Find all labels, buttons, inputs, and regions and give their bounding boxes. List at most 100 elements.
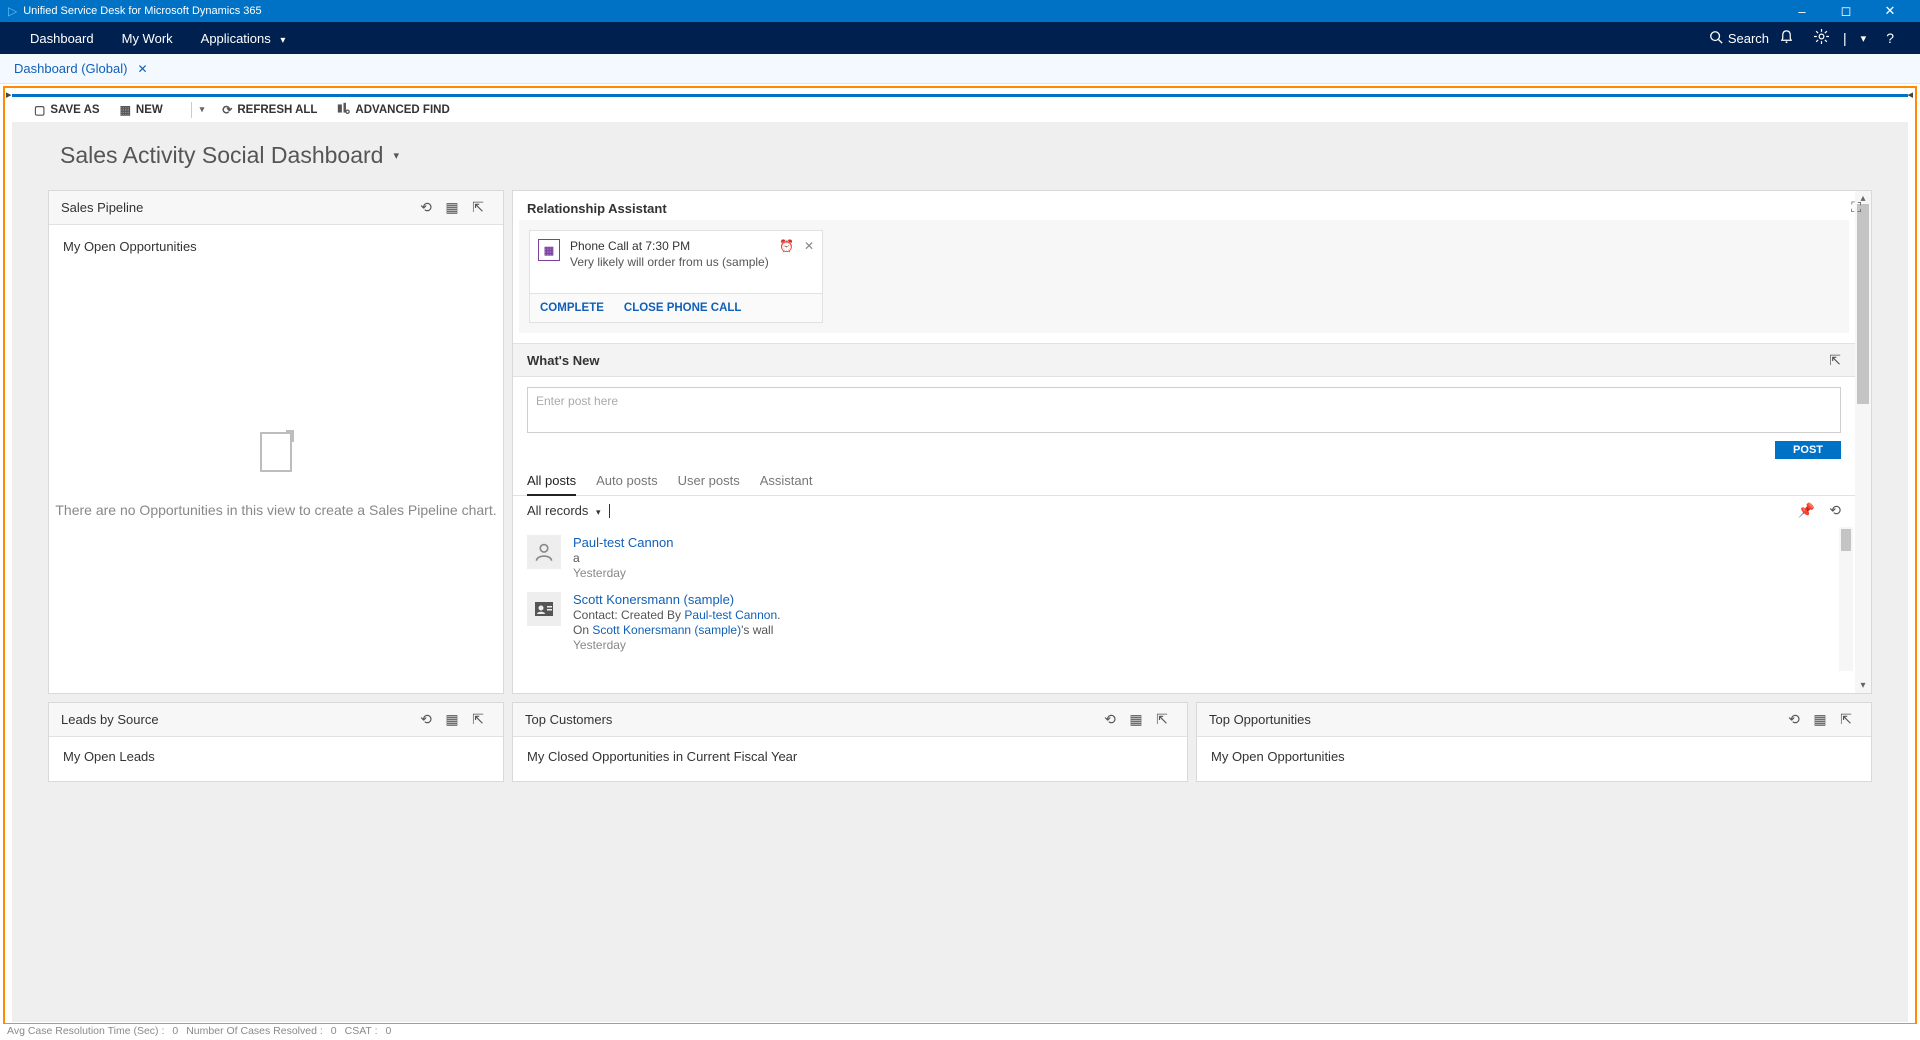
settings-icon[interactable] — [1804, 29, 1839, 47]
feed-filter-dropdown[interactable]: All records ▾ — [527, 503, 601, 518]
empty-state: There are no Opportunities in this view … — [49, 432, 503, 518]
nav-search[interactable]: Search — [1709, 30, 1769, 47]
cmd-save-as-label: SAVE AS — [50, 104, 99, 116]
cmd-refresh-all[interactable]: ⟳ REFRESH ALL — [222, 103, 317, 117]
dashboard-title: Sales Activity Social Dashboard — [60, 142, 383, 169]
activity-calendar-icon: ▦ — [538, 239, 560, 261]
feed-filter-row: All records ▾ 📌 ⟲ — [513, 496, 1855, 525]
panel-subtitle: My Open Opportunities — [1197, 737, 1871, 776]
nav-my-work[interactable]: My Work — [108, 31, 187, 46]
title-bar: ▷ Unified Service Desk for Microsoft Dyn… — [0, 0, 1920, 22]
card-action-close-call[interactable]: CLOSE PHONE CALL — [624, 302, 742, 314]
cmd-new[interactable]: ▦ NEW — [120, 103, 163, 117]
view-records-icon[interactable]: ▦ — [439, 711, 465, 728]
refresh-icon[interactable]: ⟲ — [413, 711, 439, 728]
cmd-refresh-all-label: REFRESH ALL — [237, 104, 317, 116]
expand-icon[interactable]: ⇱ — [465, 711, 491, 728]
whats-new-title: What's New — [527, 353, 599, 368]
advanced-find-icon — [337, 102, 350, 118]
feed-tab-auto-posts[interactable]: Auto posts — [596, 467, 657, 495]
search-icon — [1709, 30, 1723, 47]
snooze-icon[interactable]: ⏰ — [779, 239, 794, 269]
feed-filter-label: All records — [527, 503, 588, 518]
view-records-icon[interactable]: ▦ — [1123, 711, 1149, 728]
post-body-link[interactable]: Scott Konersmann (sample) — [592, 623, 741, 637]
settings-chevron-icon[interactable]: ▾ — [1851, 32, 1877, 45]
scroll-thumb[interactable] — [1841, 529, 1851, 551]
post-body-text: Contact: Created By — [573, 608, 684, 622]
help-icon[interactable]: ? — [1876, 30, 1904, 46]
command-bar: ▢ SAVE AS ▦ NEW ▾ ⟳ REFRESH ALL ADVANCED… — [12, 94, 1908, 122]
tab-bar: Dashboard (Global) ✕ — [0, 54, 1920, 84]
expand-icon[interactable]: ⇱ — [1149, 711, 1175, 728]
refresh-icon[interactable]: ⟲ — [1781, 711, 1807, 728]
relationship-cards-area: ▦ Phone Call at 7:30 PM Very likely will… — [519, 220, 1849, 333]
view-records-icon[interactable]: ▦ — [1807, 711, 1833, 728]
post-body-link[interactable]: Paul-test Cannon — [684, 608, 777, 622]
status-cases-label: Number Of Cases Resolved : — [186, 1025, 323, 1037]
scrollbar[interactable]: ▴ ▾ — [1855, 191, 1871, 693]
expand-icon[interactable]: ⇱ — [1829, 352, 1841, 369]
post-author-link[interactable]: Paul-test Cannon — [573, 535, 673, 550]
pipeline-subtitle: My Open Opportunities — [63, 239, 489, 254]
dashboard-switcher-icon[interactable]: ▾ — [393, 149, 399, 162]
cmd-save-as[interactable]: ▢ SAVE AS — [34, 103, 100, 117]
nav-applications[interactable]: Applications ▾ — [187, 31, 300, 46]
tab-dashboard-global[interactable]: Dashboard (Global) ✕ — [14, 61, 148, 76]
post-time: Yesterday — [573, 566, 673, 580]
dashboard-body: Sales Pipeline ⟲ ▦ ⇱ My Open Opportuniti… — [12, 188, 1908, 1022]
scroll-up-icon[interactable]: ▴ — [1860, 193, 1865, 204]
user-avatar-icon — [527, 535, 561, 569]
panel-title: Leads by Source — [61, 712, 159, 727]
window-maximize-button[interactable] — [1824, 3, 1868, 19]
panel-title: Top Opportunities — [1209, 712, 1311, 727]
panel-header: Leads by Source ⟲ ▦ ⇱ — [49, 703, 503, 737]
feed-tab-assistant[interactable]: Assistant — [760, 467, 813, 495]
empty-text: There are no Opportunities in this view … — [49, 502, 503, 518]
nav-bar: Dashboard My Work Applications ▾ Search … — [0, 22, 1920, 54]
nav-applications-label: Applications — [201, 31, 271, 46]
post-body-text: 's wall — [741, 623, 773, 637]
refresh-icon[interactable]: ⟲ — [1097, 711, 1123, 728]
cmd-advanced-find-label: ADVANCED FIND — [355, 104, 449, 116]
refresh-icon[interactable]: ⟲ — [413, 199, 439, 216]
dashboard-header: Sales Activity Social Dashboard ▾ — [12, 122, 1908, 188]
post-input[interactable]: Enter post here — [527, 387, 1841, 433]
post-body-text: . — [777, 608, 780, 622]
contact-card-icon — [527, 592, 561, 626]
card-action-complete[interactable]: COMPLETE — [540, 302, 604, 314]
notifications-icon[interactable] — [1769, 29, 1804, 47]
save-as-icon: ▢ — [34, 103, 45, 117]
scroll-down-icon[interactable]: ▾ — [1860, 680, 1865, 691]
pin-icon[interactable]: 📌 — [1798, 502, 1815, 519]
window-minimize-button[interactable] — [1780, 4, 1824, 19]
refresh-icon[interactable]: ⟲ — [1829, 502, 1841, 519]
post-button[interactable]: POST — [1775, 441, 1841, 459]
feed-tab-user-posts[interactable]: User posts — [678, 467, 740, 495]
card-title: Phone Call at 7:30 PM — [570, 239, 779, 253]
post-item: Paul-test Cannon a Yesterday — [527, 529, 1841, 586]
expand-right-panel-icon[interactable]: ◂ — [1907, 88, 1913, 101]
panel-right-column: ▴ ▾ Relationship Assistant ⛶ ▦ Phone Cal… — [512, 190, 1872, 694]
tab-label: Dashboard (Global) — [14, 61, 127, 76]
post-author-link[interactable]: Scott Konersmann (sample) — [573, 592, 780, 607]
cmd-advanced-find[interactable]: ADVANCED FIND — [337, 102, 449, 118]
nav-dashboard[interactable]: Dashboard — [16, 31, 108, 46]
expand-icon[interactable]: ⛶ — [1851, 199, 1861, 216]
relationship-assistant-title: Relationship Assistant — [513, 191, 1855, 220]
post-body-text: On — [573, 623, 592, 637]
panel-top-opportunities: Top Opportunities ⟲ ▦ ⇱ My Open Opportun… — [1196, 702, 1872, 782]
scroll-thumb[interactable] — [1857, 204, 1869, 404]
view-records-icon[interactable]: ▦ — [439, 199, 465, 216]
inner-scrollbar[interactable] — [1839, 527, 1853, 671]
tab-close-icon[interactable]: ✕ — [137, 62, 147, 76]
expand-left-panel-icon[interactable]: ▸ — [6, 88, 12, 101]
expand-icon[interactable]: ⇱ — [1833, 711, 1859, 728]
cmd-new-dropdown-icon[interactable]: ▾ — [200, 104, 205, 115]
post-item: Scott Konersmann (sample) Contact: Creat… — [527, 586, 1841, 658]
expand-icon[interactable]: ⇱ — [465, 199, 491, 216]
window-close-button[interactable] — [1868, 3, 1912, 19]
dismiss-icon[interactable]: ✕ — [804, 239, 814, 269]
feed-tab-all-posts[interactable]: All posts — [527, 467, 576, 496]
new-icon: ▦ — [120, 103, 131, 117]
